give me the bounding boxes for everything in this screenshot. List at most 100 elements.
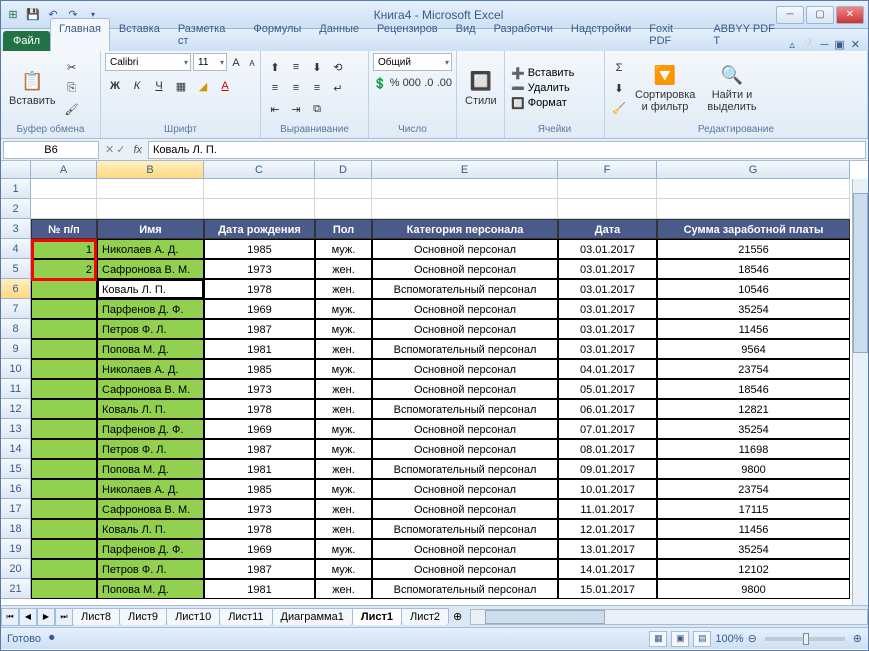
cell-B2[interactable] [97, 199, 204, 219]
sheet-nav-next-icon[interactable]: ▶ [37, 608, 55, 626]
autosum-icon[interactable]: Σ [609, 58, 629, 78]
cell-D5[interactable]: жен. [315, 259, 372, 279]
macro-record-icon[interactable]: ⏺ [49, 632, 55, 645]
cell-D4[interactable]: муж. [315, 239, 372, 259]
cell-A15[interactable] [31, 459, 97, 479]
cell-E21[interactable]: Вспомогательный персонал [372, 579, 558, 599]
border-icon[interactable]: ▦ [171, 76, 191, 96]
cell-E18[interactable]: Вспомогательный персонал [372, 519, 558, 539]
column-header-E[interactable]: E [372, 161, 558, 179]
percent-icon[interactable]: % [388, 73, 402, 93]
formula-input[interactable]: Коваль Л. П. [148, 141, 866, 159]
cell-A13[interactable] [31, 419, 97, 439]
cell-G11[interactable]: 18546 [657, 379, 850, 399]
cell-G2[interactable] [657, 199, 850, 219]
hscroll-thumb[interactable] [485, 610, 605, 624]
cell-E19[interactable]: Основной персонал [372, 539, 558, 559]
row-header-6[interactable]: 6 [1, 279, 31, 299]
cell-D19[interactable]: муж. [315, 539, 372, 559]
cell-E16[interactable]: Основной персонал [372, 479, 558, 499]
help-icon[interactable]: ❔ [801, 38, 815, 51]
cell-E14[interactable]: Основной персонал [372, 439, 558, 459]
column-header-C[interactable]: C [204, 161, 315, 179]
cell-A2[interactable] [31, 199, 97, 219]
cell-E13[interactable]: Основной персонал [372, 419, 558, 439]
row-header-8[interactable]: 8 [1, 319, 31, 339]
row-header-5[interactable]: 5 [1, 259, 31, 279]
styles-button[interactable]: 🔲 Стили [461, 67, 501, 109]
ribbon-tab-3[interactable]: Формулы [244, 18, 310, 51]
ribbon-tab-1[interactable]: Вставка [110, 18, 169, 51]
cell-A16[interactable] [31, 479, 97, 499]
cell-C19[interactable]: 1969 [204, 539, 315, 559]
zoom-thumb[interactable] [803, 633, 809, 645]
orientation-icon[interactable]: ⟲ [328, 57, 348, 77]
indent-dec-icon[interactable]: ⇤ [265, 99, 285, 119]
ribbon-tab-7[interactable]: Разработчи [485, 18, 562, 51]
cell-C10[interactable]: 1985 [204, 359, 315, 379]
cell-G10[interactable]: 23754 [657, 359, 850, 379]
doc-restore-icon[interactable]: ▣ [834, 38, 844, 51]
cell-B5[interactable]: Сафронова В. М. [97, 259, 204, 279]
cell-E4[interactable]: Основной персонал [372, 239, 558, 259]
zoom-in-icon[interactable]: ⊕ [853, 632, 862, 645]
header-cell-B[interactable]: Имя [97, 219, 204, 239]
cell-B19[interactable]: Парфенов Д. Ф. [97, 539, 204, 559]
cell-F10[interactable]: 04.01.2017 [558, 359, 657, 379]
number-format-combo[interactable]: Общий [373, 53, 452, 71]
column-header-A[interactable]: A [31, 161, 97, 179]
cell-C13[interactable]: 1969 [204, 419, 315, 439]
cell-A12[interactable] [31, 399, 97, 419]
cell-G4[interactable]: 21556 [657, 239, 850, 259]
row-header-17[interactable]: 17 [1, 499, 31, 519]
cell-G16[interactable]: 23754 [657, 479, 850, 499]
column-header-B[interactable]: B [97, 161, 204, 179]
row-header-19[interactable]: 19 [1, 539, 31, 559]
grow-font-icon[interactable]: A [229, 53, 243, 73]
horizontal-scrollbar[interactable] [470, 609, 868, 625]
row-header-14[interactable]: 14 [1, 439, 31, 459]
cell-E7[interactable]: Основной персонал [372, 299, 558, 319]
cell-D16[interactable]: муж. [315, 479, 372, 499]
cell-B8[interactable]: Петров Ф. Л. [97, 319, 204, 339]
cell-A1[interactable] [31, 179, 97, 199]
cell-B9[interactable]: Попова М. Д. [97, 339, 204, 359]
cell-C14[interactable]: 1987 [204, 439, 315, 459]
cell-F12[interactable]: 06.01.2017 [558, 399, 657, 419]
cell-D17[interactable]: жен. [315, 499, 372, 519]
cell-D21[interactable]: жен. [315, 579, 372, 599]
cell-G1[interactable] [657, 179, 850, 199]
row-header-1[interactable]: 1 [1, 179, 31, 199]
cell-E15[interactable]: Вспомогательный персонал [372, 459, 558, 479]
sheet-tab-Лист1[interactable]: Лист1 [352, 608, 402, 625]
cell-A19[interactable] [31, 539, 97, 559]
sheet-nav-last-icon[interactable]: ⏭ [55, 608, 73, 626]
cell-C18[interactable]: 1978 [204, 519, 315, 539]
ribbon-tab-6[interactable]: Вид [447, 18, 485, 51]
align-center-icon[interactable]: ≡ [286, 78, 306, 98]
cell-B17[interactable]: Сафронова В. М. [97, 499, 204, 519]
copy-icon[interactable]: ⎘ [62, 78, 82, 98]
align-bottom-icon[interactable]: ⬇ [307, 57, 327, 77]
cell-F2[interactable] [558, 199, 657, 219]
cell-G8[interactable]: 11456 [657, 319, 850, 339]
cell-F8[interactable]: 03.01.2017 [558, 319, 657, 339]
cell-E2[interactable] [372, 199, 558, 219]
delete-cells-button[interactable]: ➖Удалить [509, 81, 576, 96]
dec-decimal-icon[interactable]: .00 [437, 73, 452, 93]
align-left-icon[interactable]: ≡ [265, 78, 285, 98]
cell-F6[interactable]: 03.01.2017 [558, 279, 657, 299]
sheet-nav-first-icon[interactable]: ⏮ [1, 608, 19, 626]
cell-F4[interactable]: 03.01.2017 [558, 239, 657, 259]
doc-close-icon[interactable]: ✕ [851, 38, 860, 51]
page-break-view-icon[interactable]: ▤ [693, 631, 711, 647]
currency-icon[interactable]: 💲 [373, 73, 387, 93]
sheet-nav-prev-icon[interactable]: ◀ [19, 608, 37, 626]
cell-C4[interactable]: 1985 [204, 239, 315, 259]
header-cell-A[interactable]: № п/п [31, 219, 97, 239]
cell-G21[interactable]: 9800 [657, 579, 850, 599]
cell-D13[interactable]: муж. [315, 419, 372, 439]
vscroll-thumb[interactable] [853, 193, 868, 353]
cell-G5[interactable]: 18546 [657, 259, 850, 279]
row-header-10[interactable]: 10 [1, 359, 31, 379]
